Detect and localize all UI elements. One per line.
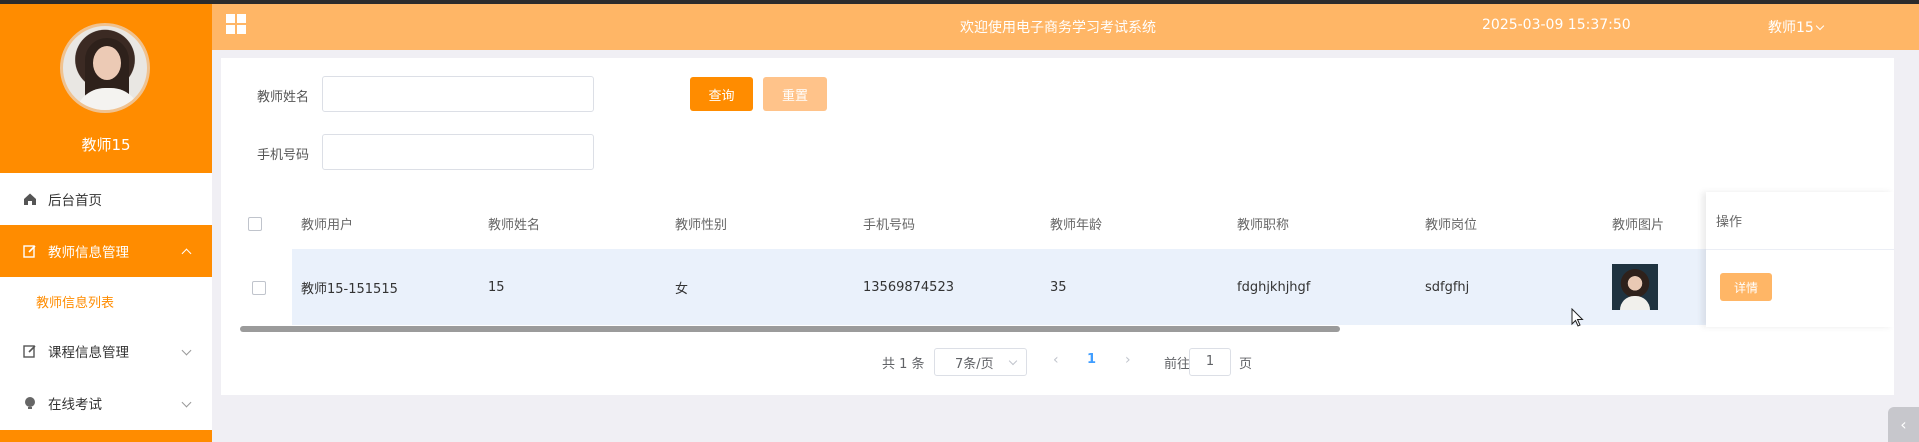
chevron-down-icon	[1008, 356, 1018, 366]
edit-icon	[22, 343, 38, 359]
col-header-age: 教师年龄	[1050, 218, 1103, 233]
chevron-down-icon	[1815, 21, 1825, 31]
sidebar-item-label: 教师信息管理	[48, 245, 129, 261]
user-menu[interactable]: 教师15	[1768, 17, 1825, 37]
teacher-name-label: 教师姓名	[257, 90, 310, 105]
query-button[interactable]: 查询	[690, 77, 753, 111]
sidebar-item-online-exam[interactable]: 在线考试	[0, 377, 212, 429]
chevron-down-icon	[181, 397, 192, 408]
goto-page-input[interactable]: 1	[1189, 348, 1231, 376]
page-number-current[interactable]: 1	[1087, 352, 1096, 367]
col-header-action: 操作	[1716, 215, 1743, 230]
page-size-value: 7条/页	[955, 356, 994, 372]
next-page-icon[interactable]: ›	[1125, 352, 1131, 368]
fixed-action-column: 操作 详情	[1706, 192, 1894, 327]
main-panel: 教师姓名 手机号码 查询 重置 教师用户 教师姓名 教师性别 手机号码 教师年龄…	[221, 58, 1894, 395]
phone-input[interactable]	[322, 134, 594, 170]
collapse-side-tab[interactable]: ‹	[1888, 407, 1919, 442]
sidebar-item-label: 课程信息管理	[48, 345, 129, 361]
col-header-title: 教师职称	[1237, 218, 1290, 233]
cell-user: 教师15-151515	[301, 281, 398, 297]
cell-post: sdfgfhj	[1425, 279, 1470, 295]
top-header: 欢迎使用电子商务学习考试系统 2025-03-09 15:37:50 教师15	[212, 4, 1919, 50]
sidebar-next-item[interactable]	[0, 430, 212, 442]
teacher-name-input[interactable]	[322, 76, 594, 112]
cell-name: 15	[488, 279, 505, 295]
horizontal-scrollbar[interactable]	[240, 326, 1340, 332]
row-checkbox[interactable]	[252, 281, 266, 295]
cell-photo	[1612, 249, 1658, 325]
page-size-select[interactable]: 7条/页	[934, 348, 1027, 376]
header-title: 欢迎使用电子商务学习考试系统	[960, 20, 1156, 36]
cell-age: 35	[1050, 279, 1067, 295]
teacher-photo[interactable]	[1612, 264, 1658, 310]
detail-button[interactable]: 详情	[1720, 273, 1772, 301]
table-header: 教师用户 教师姓名 教师性别 手机号码 教师年龄 教师职称 教师岗位 教师图片	[239, 198, 1894, 250]
mouse-cursor-icon	[1571, 308, 1584, 327]
action-cell: 详情	[1706, 249, 1894, 326]
goto-suffix: 页	[1239, 357, 1253, 372]
table-row[interactable]: 教师15-151515 15 女 13569874523 35 fdghjkhj…	[239, 249, 1894, 325]
prev-page-icon[interactable]: ‹	[1053, 352, 1059, 368]
sidebar-item-teacher-management[interactable]: 教师信息管理	[0, 225, 212, 277]
cell-gender: 女	[675, 281, 689, 297]
sidebar-item-label: 在线考试	[48, 397, 102, 413]
col-header-phone: 手机号码	[863, 218, 916, 233]
phone-label: 手机号码	[257, 148, 310, 163]
col-header-post: 教师岗位	[1425, 218, 1478, 233]
col-header-photo: 教师图片	[1612, 218, 1665, 233]
sidebar-item-label: 后台首页	[48, 193, 102, 209]
chevron-up-icon	[181, 248, 192, 259]
goto-prefix: 前往	[1164, 357, 1191, 372]
avatar[interactable]	[60, 23, 150, 113]
profile-name: 教师15	[81, 136, 131, 154]
cell-phone: 13569874523	[863, 279, 954, 295]
sidebar-subitem-teacher-list[interactable]: 教师信息列表	[0, 277, 212, 325]
home-icon	[22, 191, 38, 207]
reset-button[interactable]: 重置	[763, 77, 827, 111]
col-header-gender: 教师性别	[675, 218, 728, 233]
profile-card: 教师15	[0, 4, 212, 173]
chevron-down-icon	[181, 345, 192, 356]
sidebar-item-course-management[interactable]: 课程信息管理	[0, 325, 212, 377]
menu-grid-icon[interactable]	[226, 14, 246, 34]
select-all-checkbox[interactable]	[248, 217, 262, 231]
edit-icon	[22, 243, 38, 259]
cell-title: fdghjkhjhgf	[1237, 279, 1311, 295]
col-header-user: 教师用户	[301, 218, 354, 233]
col-header-name: 教师姓名	[488, 218, 541, 233]
username: 教师15	[1768, 20, 1814, 36]
sidebar-subitem-label: 教师信息列表	[36, 295, 115, 311]
sidebar-item-home[interactable]: 后台首页	[0, 173, 212, 225]
pagination-total: 共 1 条	[882, 357, 925, 372]
sidebar: 教师15 后台首页 教师信息管理 教师信息列表 课程信息管理 在线考试	[0, 4, 212, 442]
bulb-icon	[22, 395, 38, 411]
header-datetime: 2025-03-09 15:37:50	[1482, 17, 1631, 33]
